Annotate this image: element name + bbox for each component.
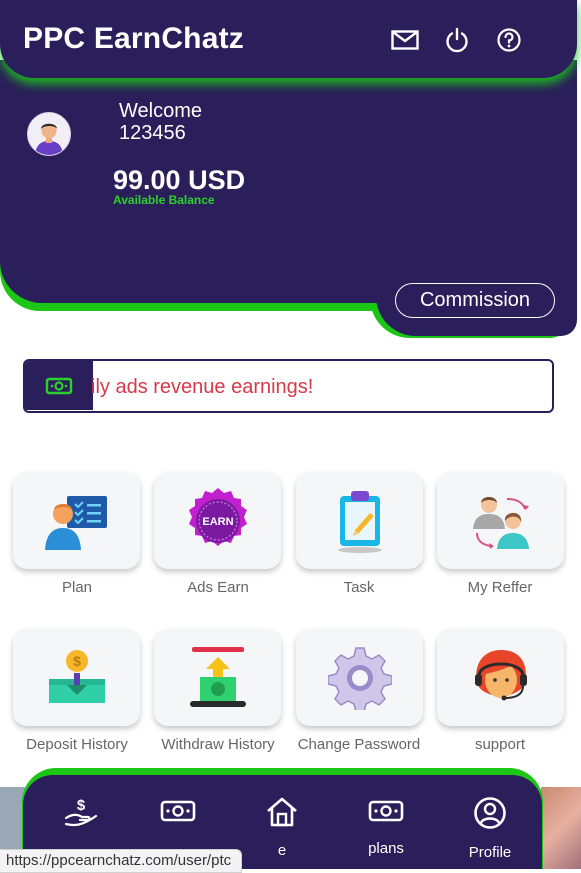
my-reffer-label: My Reffer bbox=[467, 579, 533, 596]
support-agent-icon bbox=[474, 649, 527, 700]
support-tile[interactable] bbox=[437, 629, 564, 726]
avatar[interactable] bbox=[27, 112, 71, 156]
user-circle-icon bbox=[474, 797, 506, 829]
nav-home-label: e bbox=[277, 842, 287, 859]
balance-label: Available Balance bbox=[113, 193, 215, 207]
task-tile[interactable] bbox=[296, 472, 423, 569]
marquee-text: ily ads revenue earnings! bbox=[91, 376, 314, 398]
my-reffer-tile[interactable] bbox=[437, 472, 564, 569]
nav-profile-label: Profile bbox=[468, 844, 512, 861]
deposit-icon: $ bbox=[48, 649, 105, 703]
earn-badge-text: EARN bbox=[202, 516, 233, 528]
commission-button[interactable]: Commission bbox=[395, 283, 555, 318]
ads-earn-tile[interactable]: EARN bbox=[154, 472, 281, 569]
background-image-right bbox=[541, 787, 581, 869]
mail-icon[interactable] bbox=[391, 27, 419, 53]
nav-withdraw[interactable] bbox=[143, 796, 213, 840]
plan-icon bbox=[44, 495, 107, 550]
support-label: support bbox=[474, 736, 526, 753]
cash-icon bbox=[25, 361, 93, 410]
withdraw-icon bbox=[189, 646, 246, 707]
nav-home[interactable]: e bbox=[247, 796, 317, 859]
user-id: 123456 bbox=[119, 122, 186, 144]
change-password-label: Change Password bbox=[297, 736, 421, 753]
ads-earn-label: Ads Earn bbox=[187, 579, 249, 596]
gear-icon bbox=[327, 646, 392, 710]
earn-badge-icon: EARN bbox=[188, 487, 247, 546]
deposit-history-label: Deposit History bbox=[26, 736, 128, 753]
cash-icon bbox=[160, 800, 196, 822]
help-icon[interactable] bbox=[495, 27, 523, 53]
app-title: PPC EarnChatz bbox=[23, 22, 244, 55]
balance-card bbox=[0, 60, 577, 303]
referral-icon bbox=[472, 496, 529, 549]
welcome-text: Welcome bbox=[119, 100, 202, 122]
nav-plans[interactable]: plans bbox=[351, 796, 421, 857]
deposit-history-tile[interactable]: $ bbox=[13, 629, 140, 726]
coin-text: $ bbox=[73, 653, 81, 669]
cash-icon bbox=[368, 800, 404, 822]
plan-tile[interactable] bbox=[13, 472, 140, 569]
withdraw-history-tile[interactable] bbox=[154, 629, 281, 726]
hand-money-icon: $ bbox=[64, 797, 98, 827]
home-icon bbox=[267, 797, 297, 827]
announcement-marquee: ily ads revenue earnings! bbox=[23, 359, 554, 413]
task-label: Task bbox=[343, 579, 375, 596]
nav-plans-label: plans bbox=[368, 840, 404, 857]
nav-deposit[interactable]: $ bbox=[46, 796, 116, 842]
plan-label: Plan bbox=[61, 579, 93, 596]
clipboard-icon bbox=[337, 490, 382, 553]
nav-profile[interactable]: Profile bbox=[455, 796, 525, 861]
welcome-block: Welcome 123456 bbox=[119, 100, 202, 144]
balance-amount: 99.00 USD bbox=[113, 165, 246, 195]
withdraw-history-label: Withdraw History bbox=[161, 736, 275, 753]
power-icon[interactable] bbox=[443, 27, 471, 53]
status-bar-url: https://ppcearnchatz.com/user/ptc bbox=[0, 849, 243, 873]
change-password-tile[interactable] bbox=[296, 629, 423, 726]
svg-text:$: $ bbox=[77, 797, 86, 814]
